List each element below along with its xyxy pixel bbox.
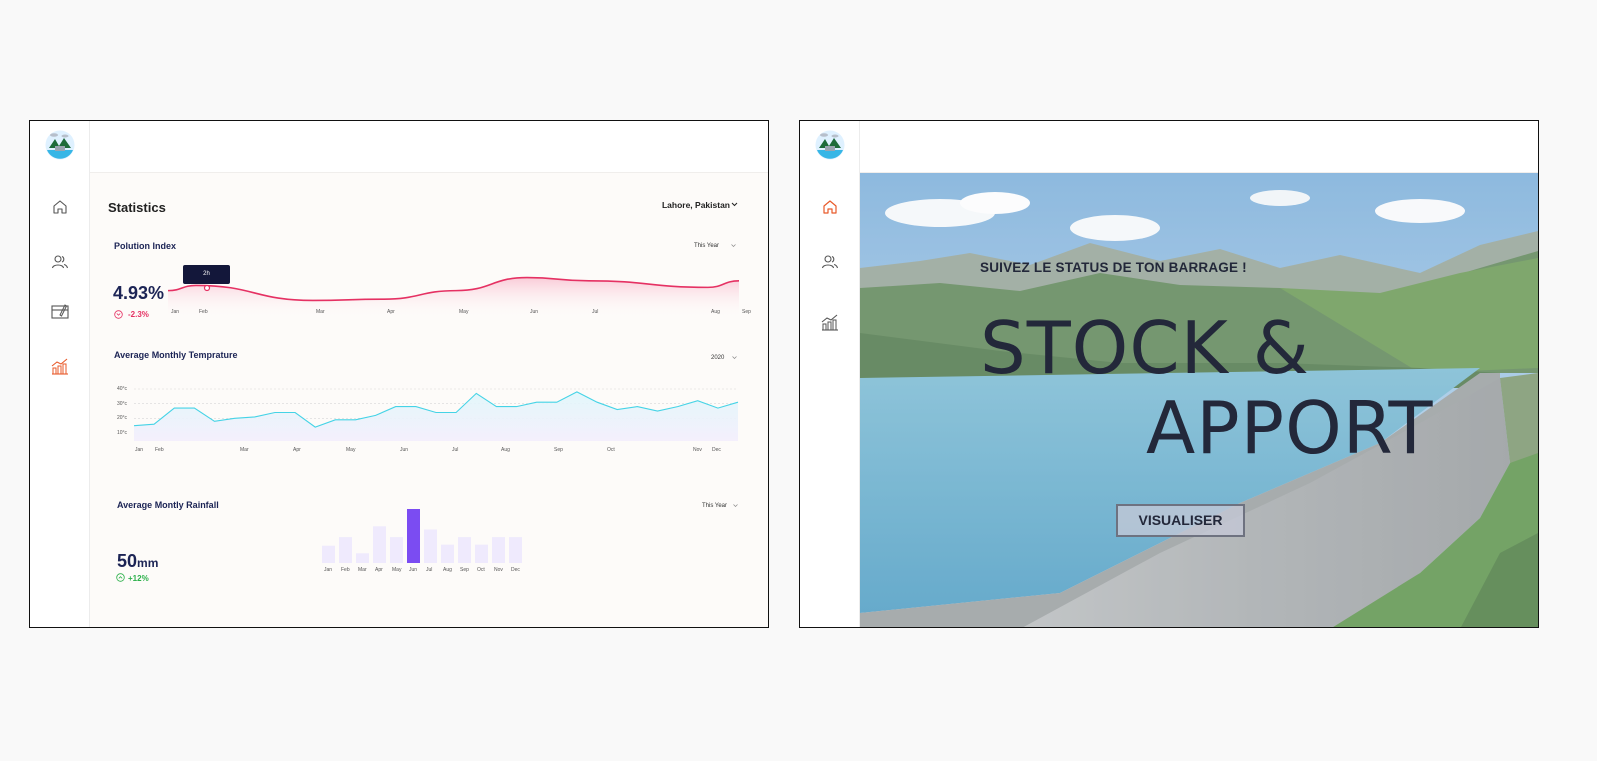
temperature-y-tick: 40°c (117, 386, 128, 392)
visualiser-button[interactable]: VISUALISER (1116, 504, 1245, 537)
hero-subtitle: SUIVEZ LE STATUS DE TON BARRAGE ! (980, 260, 1247, 275)
pollution-value: 4.93% (113, 283, 165, 303)
rainfall-tick-label: Oct (477, 567, 485, 573)
hero-section: SUIVEZ LE STATUS DE TON BARRAGE ! STOCK … (860, 173, 1538, 627)
rainfall-tick-label: Jun (409, 567, 418, 573)
rainfall-tick-label: Jul (426, 567, 433, 573)
pollution-title: Polution Index (114, 241, 176, 251)
chevron-down-icon[interactable] (732, 356, 737, 360)
rainfall-bar (322, 545, 335, 563)
rainfall-tick-label: Jan (324, 567, 333, 573)
temperature-tick-label: Aug (501, 447, 510, 453)
rainfall-tick-label: Feb (341, 567, 350, 573)
temperature-y-tick: 30°c (117, 400, 128, 407)
rainfall-bar (373, 526, 386, 563)
document-edit-icon[interactable] (50, 302, 70, 322)
statistics-content: Statistics Lahore, Pakistan Polution Ind… (90, 173, 768, 627)
pollution-tick-label: Jun (530, 309, 539, 315)
chevron-down-icon[interactable] (731, 202, 738, 207)
temperature-y-tick: 20°c (117, 415, 128, 422)
pollution-period-select[interactable]: This Year (694, 243, 719, 249)
temperature-tick-label: Mar (240, 447, 249, 453)
temperature-chart (133, 388, 739, 441)
rainfall-tick-label: Mar (358, 567, 367, 573)
pollution-tick-label: Mar (316, 309, 325, 315)
dam-landing-window: SUIVEZ LE STATUS DE TON BARRAGE ! STOCK … (799, 120, 1539, 628)
pollution-tick-label: Sep (742, 309, 751, 315)
hero-headline-line1: STOCK & (980, 306, 1310, 390)
pollution-tick-label: Aug (711, 309, 720, 315)
pollution-area (168, 277, 739, 319)
temperature-tick-label: Oct (607, 447, 615, 453)
temperature-tick-label: Dec (712, 447, 721, 453)
rainfall-unit: mm (137, 556, 159, 570)
temperature-year-select[interactable]: 2020 (711, 355, 724, 361)
chart-icon[interactable] (820, 313, 840, 333)
rainfall-change: +12% (128, 574, 149, 583)
rainfall-bar (441, 544, 454, 563)
top-bar (90, 121, 768, 173)
pollution-tick-label: Apr (387, 309, 395, 315)
temperature-tick-label: Apr (293, 447, 301, 453)
rainfall-period-select[interactable]: This Year (702, 503, 727, 509)
page-title: Statistics (108, 200, 166, 215)
dam-logo[interactable] (45, 130, 75, 160)
pollution-tick-label: Jan (171, 309, 180, 315)
temperature-tick-label: Jul (452, 447, 459, 453)
trend-down-icon (114, 310, 123, 319)
rainfall-tick-label: May (392, 567, 402, 573)
temperature-tick-label: Feb (155, 447, 164, 453)
rainfall-chart (322, 509, 522, 563)
pollution-chart (167, 276, 740, 319)
rainfall-number: 50 (117, 551, 138, 571)
rainfall-tick-label: Sep (460, 567, 469, 573)
pollution-tick-label: Jul (592, 309, 599, 315)
rainfall-bar (390, 537, 403, 563)
chevron-down-icon[interactable] (731, 244, 736, 248)
users-icon[interactable] (50, 252, 70, 272)
temperature-tick-label: Jun (400, 447, 409, 453)
rainfall-title: Average Montly Rainfall (117, 500, 219, 510)
chevron-down-icon[interactable] (733, 504, 738, 508)
temperature-area (134, 391, 738, 441)
rainfall-value: 50mm (117, 551, 158, 572)
statistics-window: Statistics Lahore, Pakistan Polution Ind… (29, 120, 769, 628)
rainfall-bar (458, 537, 471, 563)
temperature-y-tick: 10°c (117, 430, 128, 436)
rainfall-bar (492, 537, 505, 563)
pollution-tick-label: Feb (199, 309, 208, 315)
rainfall-tick-label: Nov (494, 567, 503, 573)
rainfall-tick-label: Dec (511, 567, 520, 573)
location-select[interactable]: Lahore, Pakistan (662, 200, 730, 210)
rainfall-bar (339, 537, 352, 563)
pollution-change: -2.3% (128, 310, 149, 319)
temperature-tick-label: Nov (693, 447, 702, 453)
rainfall-bar (356, 553, 369, 563)
rainfall-bar (424, 529, 437, 563)
sidebar (30, 121, 90, 627)
hero-headline-line2: APPORT (1146, 386, 1434, 470)
temperature-title: Average Monthly Temprature (114, 350, 238, 360)
home-icon[interactable] (820, 197, 840, 217)
users-icon[interactable] (820, 252, 840, 272)
rainfall-tick-label: Aug (443, 567, 452, 573)
rainfall-bar (475, 544, 488, 563)
rainfall-tick-label: Apr (375, 567, 383, 573)
chart-marker (203, 284, 211, 292)
pollution-tick-label: May (459, 309, 469, 315)
temperature-tick-label: May (346, 447, 356, 453)
rainfall-bar (509, 537, 522, 563)
sidebar (800, 121, 860, 627)
trend-up-icon (116, 573, 125, 582)
chart-icon[interactable] (50, 357, 70, 377)
temperature-tick-label: Jan (135, 447, 144, 453)
temperature-tick-label: Sep (554, 447, 563, 453)
rainfall-bar (407, 509, 420, 563)
dam-logo[interactable] (815, 130, 845, 160)
home-icon[interactable] (50, 197, 70, 217)
top-bar (860, 121, 1538, 173)
chart-tooltip: 2h (183, 265, 230, 284)
